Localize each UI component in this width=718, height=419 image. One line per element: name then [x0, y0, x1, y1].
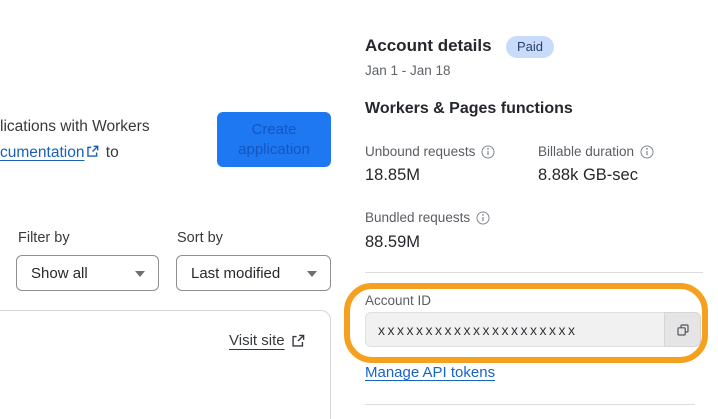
sort-select[interactable]: Last modified — [176, 255, 331, 291]
account-id-label: Account ID — [365, 293, 432, 308]
intro-line2-suffix: to — [101, 144, 119, 161]
workers-pages-dashboard: lications with Workers cumentation to Cr… — [0, 0, 718, 419]
intro-paragraph: lications with Workers cumentation to — [0, 114, 215, 167]
stat-label-unbound-requests: Unbound requests — [365, 144, 495, 159]
intro-line1: lications with Workers — [0, 118, 150, 135]
visit-site-link[interactable]: Visit site — [229, 332, 305, 349]
info-icon[interactable] — [476, 211, 490, 225]
account-id-input[interactable] — [365, 312, 664, 347]
date-range: Jan 1 - Jan 18 — [365, 63, 451, 78]
plan-badge: Paid — [506, 36, 555, 58]
filter-select-value: Show all — [31, 264, 88, 282]
filter-by-label: Filter by — [18, 230, 70, 246]
account-details-title: Account details — [365, 36, 492, 55]
info-icon[interactable] — [640, 145, 654, 159]
stat-value-billable-duration: 8.88k GB-sec — [538, 166, 638, 184]
stat-label-text: Unbound requests — [365, 144, 476, 159]
external-link-icon — [291, 334, 305, 348]
functions-section-title: Workers & Pages functions — [365, 100, 573, 117]
stat-label-text: Billable duration — [538, 144, 635, 159]
divider — [365, 404, 695, 405]
account-id-group — [365, 312, 701, 347]
stat-label-bundled-requests: Bundled requests — [365, 210, 490, 225]
create-application-button[interactable]: Create application — [217, 112, 331, 167]
project-card — [0, 310, 331, 419]
stat-label-billable-duration: Billable duration — [538, 144, 654, 159]
sort-select-value: Last modified — [191, 264, 281, 282]
documentation-link[interactable]: cumentation — [0, 144, 84, 161]
chevron-down-icon — [307, 271, 317, 277]
chevron-down-icon — [135, 271, 145, 277]
manage-api-tokens-link[interactable]: Manage API tokens — [365, 364, 495, 381]
visit-site-label: Visit site — [229, 332, 285, 349]
stat-value-bundled-requests: 88.59M — [365, 233, 421, 251]
filter-select[interactable]: Show all — [16, 255, 159, 291]
stat-label-text: Bundled requests — [365, 210, 471, 225]
divider — [365, 272, 703, 273]
external-link-icon — [86, 141, 99, 167]
info-icon[interactable] — [481, 145, 495, 159]
stat-value-unbound-requests: 18.85M — [365, 166, 421, 184]
copy-button[interactable] — [664, 312, 701, 347]
copy-icon — [675, 322, 691, 338]
sort-by-label: Sort by — [177, 230, 223, 246]
